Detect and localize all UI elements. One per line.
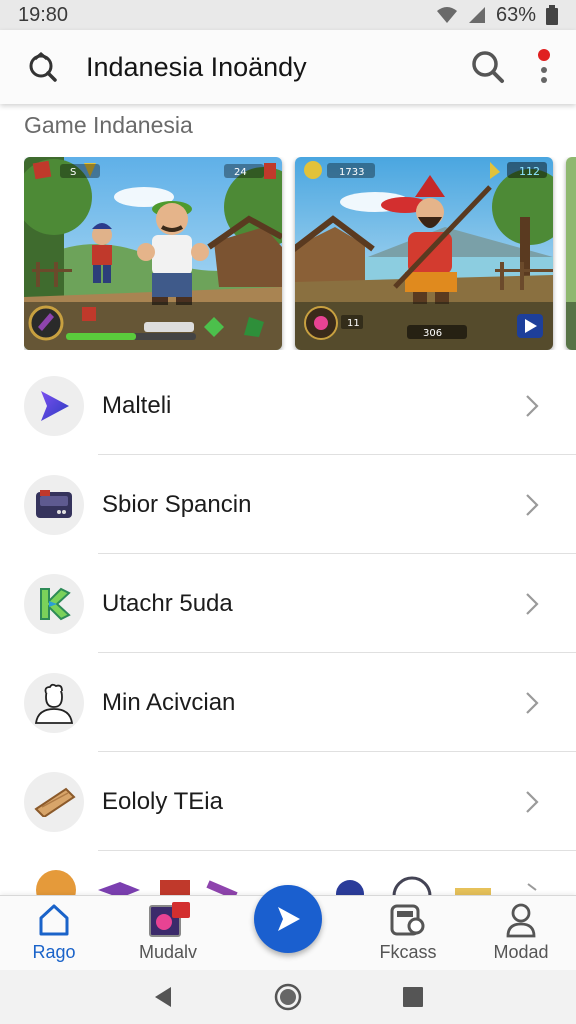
app-logo-icon xyxy=(24,49,60,85)
status-icons: 63% xyxy=(436,4,558,27)
nav-label: Fkcass xyxy=(379,942,437,962)
game-card-peek[interactable] xyxy=(566,157,576,350)
nav-label: Mudalv xyxy=(138,942,198,962)
play-fab-button[interactable] xyxy=(254,885,322,953)
user-outline-icon xyxy=(24,672,84,733)
list-item[interactable]: Sbior Spancin xyxy=(0,455,576,554)
game-carousel[interactable]: S 24 1733 112 11 306 xyxy=(24,157,576,350)
card-hud-right: 24 xyxy=(234,167,247,178)
list-item[interactable]: Eololy TEia xyxy=(0,752,576,851)
nav-item-fkcass[interactable]: Fkcass xyxy=(360,896,456,971)
recents-square-icon xyxy=(403,987,424,1007)
signal-icon xyxy=(468,6,486,24)
card-level: 11 xyxy=(347,318,360,329)
game-card[interactable]: S 24 xyxy=(24,157,282,350)
home-icon xyxy=(38,902,70,938)
chevron-right-icon xyxy=(520,493,544,517)
wifi-icon xyxy=(436,6,458,24)
divider xyxy=(98,850,576,851)
battery-level: 63% xyxy=(495,3,536,26)
list-item[interactable]: Malteli xyxy=(0,356,576,455)
app-title: Indanesia Inoändy xyxy=(86,51,307,82)
play-icon xyxy=(278,907,300,931)
section-title: Game Indanesia xyxy=(24,112,193,138)
chevron-right-icon xyxy=(520,691,544,715)
list-item-label: Utachr 5uda xyxy=(102,589,233,617)
nav-label: Rago xyxy=(32,942,76,962)
list-item-label: Malteli xyxy=(102,391,172,419)
home-circle-icon xyxy=(274,983,302,1011)
nav-item-rago[interactable]: Rago xyxy=(6,896,102,971)
card-hud-right: 112 xyxy=(519,165,540,178)
more-vert-icon xyxy=(538,49,550,83)
card-hud-left: 1733 xyxy=(339,167,364,178)
recents-button[interactable] xyxy=(398,982,428,1012)
nav-item-mudalv[interactable]: Mudalv xyxy=(120,896,216,971)
search-icon xyxy=(472,51,504,83)
person-icon xyxy=(505,902,537,938)
list-item-label: Sbior Spancin xyxy=(102,490,252,518)
back-triangle-icon xyxy=(154,987,171,1007)
status-bar: 19:80 63% xyxy=(0,0,576,30)
app-bar: Indanesia Inoändy xyxy=(0,30,576,104)
play-triangle-icon xyxy=(24,375,84,436)
card-hud-left: S xyxy=(70,167,76,178)
card-score: 306 xyxy=(423,328,442,339)
chevron-right-icon xyxy=(520,592,544,616)
menu-list: Malteli Sbior Spancin Utachr 5uda Min Ac… xyxy=(0,356,576,851)
chevron-right-icon xyxy=(520,394,544,418)
home-button[interactable] xyxy=(273,982,303,1012)
nav-label: Modad xyxy=(493,942,549,962)
chevron-right-icon xyxy=(520,790,544,814)
system-nav-bar xyxy=(0,970,576,1024)
gallery-icon xyxy=(146,902,190,938)
nav-item-modad[interactable]: Modad xyxy=(473,896,569,971)
list-item-label: Eololy TEia xyxy=(102,787,223,815)
list-item[interactable]: Min Acivcian xyxy=(0,653,576,752)
list-item[interactable]: Utachr 5uda xyxy=(0,554,576,653)
k-logo-icon xyxy=(24,573,84,634)
controller-icon xyxy=(388,902,428,938)
game-card[interactable]: 1733 112 11 306 xyxy=(295,157,553,350)
search-button[interactable] xyxy=(468,47,508,87)
battery-icon xyxy=(546,5,558,25)
more-options-button[interactable] xyxy=(532,47,556,87)
status-time: 19:80 xyxy=(18,3,69,26)
cartridge-icon xyxy=(24,474,84,535)
list-item-label: Min Acivcian xyxy=(102,688,236,716)
wood-plank-icon xyxy=(24,771,84,832)
back-button[interactable] xyxy=(148,982,178,1012)
